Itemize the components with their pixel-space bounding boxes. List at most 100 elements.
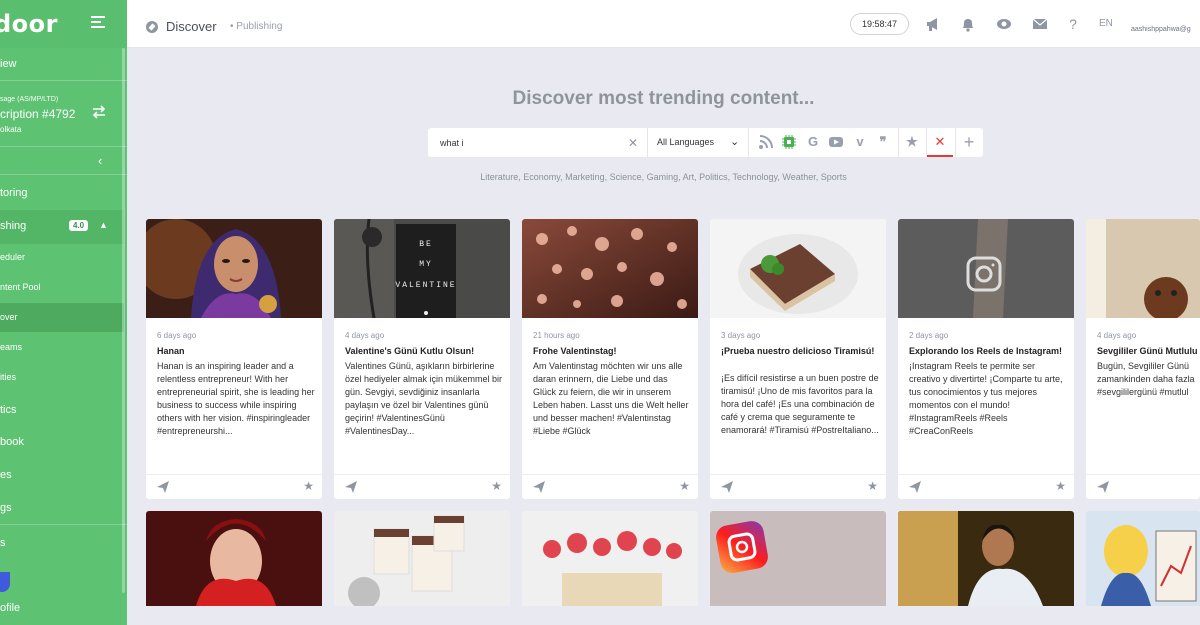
sidebar-item-scheduler[interactable]: eduler [0,251,127,263]
sidebar-item-monitoring[interactable]: toring [0,186,127,200]
card-title[interactable]: Valentine's Günü Kutlu Olsun! [345,346,503,356]
sidebar-item-overview[interactable]: iew [0,56,127,72]
sidebar-item-publishing[interactable]: shing [0,219,127,233]
send-icon[interactable] [345,481,357,493]
star-icon[interactable]: ★ [867,479,878,493]
language-selector[interactable]: EN [1099,18,1113,29]
star-icon[interactable]: ★ [303,479,314,493]
chevron-left-icon[interactable]: ‹ [98,153,102,168]
content-card-image[interactable] [334,511,510,606]
card-title[interactable]: ¡Prueba nuestro delicioso Tiramisú! [721,346,879,356]
sidebar-item-analytics[interactable]: tics [0,403,127,417]
content-card[interactable]: 21 hours ago Frohe Valentinstag! Am Vale… [522,219,698,499]
card-title[interactable]: Sevgililer Günü Mutlulu [1097,346,1200,356]
image-sign-text: BE [419,240,433,249]
rss-icon[interactable] [758,134,774,150]
sidebar-item-profile[interactable]: ofile [0,601,127,615]
eye-icon[interactable] [996,16,1012,32]
megaphone-icon[interactable] [925,16,941,32]
card-image: BE MY VALENTINE [334,219,510,318]
sidebar-item-activities[interactable]: ities [0,371,127,383]
post-age: 2 days ago [909,331,949,340]
swap-icon[interactable] [92,105,106,119]
star-icon[interactable]: ★ [679,479,690,493]
content-card[interactable]: 6 days ago Hanan Hanan is an inspiring l… [146,219,322,499]
help-icon[interactable]: ? [1065,16,1081,32]
sidebar-item-label: ofile [0,602,21,614]
send-icon[interactable] [1097,481,1109,493]
sidebar-item-misc[interactable]: s [0,536,127,550]
send-icon[interactable] [157,481,169,493]
content-card[interactable]: BE MY VALENTINE 4 days ago Valentine's G… [334,219,510,499]
sidebar-item-label: eduler [0,252,26,262]
post-age: 21 hours ago [533,331,580,340]
clock: 19:58:47 [850,13,909,35]
star-icon[interactable]: ★ [904,134,920,150]
send-icon[interactable] [533,481,545,493]
sidebar-scrollbar[interactable] [122,48,125,593]
youtube-icon[interactable] [828,134,844,150]
breadcrumb[interactable]: • Publishing [230,21,282,32]
search-bar: ✕ All Languages ⌄ G v ❞ ★ ✕ + [428,128,983,157]
chevron-up-icon[interactable]: ▲ [99,220,108,230]
send-icon[interactable] [721,481,733,493]
star-icon[interactable]: ★ [1055,479,1066,493]
sidebar-item-discover[interactable]: over [0,311,127,323]
sidebar-item-streams[interactable]: eams [0,341,127,353]
active-filter-indicator [927,155,953,157]
category-suggestions[interactable]: Literature, Economy, Marketing, Science,… [127,172,1200,182]
divider [898,128,899,157]
content-card[interactable]: 4 days ago Sevgililer Günü Mutlulu Bugün… [1086,219,1200,499]
bell-icon[interactable] [960,16,976,32]
add-icon[interactable]: + [961,133,977,151]
card-image [146,219,322,318]
sidebar-item-label: iew [0,58,17,70]
content-card-image[interactable] [710,511,886,606]
google-icon[interactable]: G [805,134,821,150]
card-title[interactable]: Hanan [157,346,315,356]
content-card[interactable]: 3 days ago ¡Prueba nuestro delicioso Tir… [710,219,886,499]
app-logo[interactable]: door [0,10,58,38]
clear-icon[interactable]: ✕ [628,136,638,150]
page-headline: Discover most trending content... [512,88,815,109]
card-actions: ★ [334,474,510,499]
version-badge: 4.0 [69,220,89,231]
account-name: cription #4792 [0,107,76,121]
quote-icon[interactable]: ❞ [875,134,891,150]
account-switcher[interactable]: sage (AS/MP/LTD) cription #4792 olkata [0,86,127,146]
content-card-image[interactable] [898,511,1074,606]
account-location: olkata [0,125,22,134]
divider [926,128,927,157]
sidebar-item-settings[interactable]: gs [0,501,127,515]
content-card-image[interactable] [146,511,322,606]
sidebar-item-inbox[interactable]: book [0,435,127,449]
language-filter[interactable]: All Languages [657,137,714,147]
content-card-image[interactable] [1086,511,1200,606]
star-icon[interactable]: ★ [491,479,502,493]
divider [0,146,127,147]
sidebar-item-content-pool[interactable]: ntent Pool [0,281,127,293]
sidebar-item-label: eams [0,342,23,352]
vimeo-icon[interactable]: v [852,134,868,150]
user-email[interactable]: aashishppahwa@g [1131,26,1191,33]
sidebar-item-label: ities [0,372,17,382]
chip-icon[interactable] [781,134,797,150]
post-age: 6 days ago [157,331,197,340]
divider [0,80,127,81]
content-card[interactable]: 2 days ago Explorando los Reels de Insta… [898,219,1074,499]
card-title[interactable]: Frohe Valentinstag! [533,346,691,356]
mail-icon[interactable] [1032,16,1048,32]
search-input[interactable] [428,128,646,157]
sidebar-item-files[interactable]: es [0,468,127,482]
divider [0,174,127,175]
menu-icon[interactable] [91,16,105,28]
divider [748,128,749,157]
close-icon[interactable]: ✕ [932,134,948,150]
card-title[interactable]: Explorando los Reels de Instagram! [909,346,1067,356]
send-icon[interactable] [909,481,921,493]
image-sign-text: VALENTINE [395,281,456,290]
chevron-down-icon[interactable]: ⌄ [730,135,739,148]
card-body: ¡Instagram Reels te permite ser creativo… [909,361,1063,436]
card-image [898,219,1074,318]
content-card-image[interactable] [522,511,698,606]
